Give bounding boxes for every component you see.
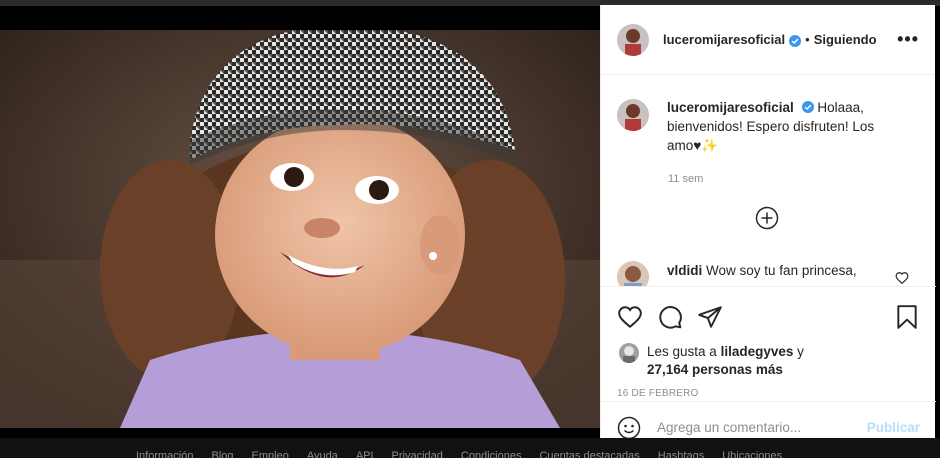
page-footer: Información Blog Empleo Ayuda API Privac… bbox=[0, 438, 940, 458]
share-icon[interactable] bbox=[697, 304, 723, 330]
post-side-panel: luceromijaresoficial • Siguiendo ••• luc… bbox=[600, 5, 936, 453]
comments-area[interactable]: luceromijaresoficial Holaaa, bienvenidos… bbox=[601, 76, 936, 286]
heart-icon[interactable] bbox=[617, 304, 643, 330]
post-caption: luceromijaresoficial Holaaa, bienvenidos… bbox=[601, 76, 936, 155]
comment-text: vldidi Wow soy tu fan princesa, bbox=[667, 263, 857, 278]
caption-username[interactable]: luceromijaresoficial bbox=[667, 100, 794, 115]
likes-text: Les gusta a liladegyves y 27,164 persona… bbox=[647, 343, 804, 379]
comment-body: Wow soy tu fan princesa, bbox=[706, 263, 857, 278]
header-separator: • bbox=[805, 32, 810, 47]
post-header: luceromijaresoficial • Siguiendo ••• bbox=[601, 5, 935, 75]
footer-link[interactable]: Ubicaciones bbox=[722, 450, 782, 458]
verified-badge-icon bbox=[789, 34, 802, 47]
footer-links: Información Blog Empleo Ayuda API Privac… bbox=[136, 450, 782, 458]
caption-avatar[interactable] bbox=[617, 99, 649, 131]
likes-summary: Les gusta a liladegyves y 27,164 persona… bbox=[601, 337, 936, 379]
footer-link[interactable]: Empleo bbox=[252, 450, 289, 458]
post-photo[interactable] bbox=[0, 30, 600, 428]
footer-link[interactable]: Condiciones bbox=[461, 450, 522, 458]
likes-prefix: Les gusta a bbox=[647, 344, 717, 359]
commenter-avatar[interactable] bbox=[617, 261, 649, 286]
more-options-icon[interactable]: ••• bbox=[897, 29, 919, 50]
author-avatar[interactable] bbox=[617, 23, 649, 56]
footer-link[interactable]: Hashtags bbox=[658, 450, 704, 458]
publish-button[interactable]: Publicar bbox=[867, 420, 920, 435]
action-bar bbox=[601, 287, 936, 337]
caption-timestamp[interactable]: 11 sem bbox=[668, 173, 936, 185]
emoji-icon[interactable] bbox=[617, 416, 641, 440]
verified-badge-icon bbox=[801, 99, 814, 113]
post-actions-section: Les gusta a liladegyves y 27,164 persona… bbox=[601, 286, 936, 399]
comment-icon[interactable] bbox=[657, 304, 683, 330]
post-date[interactable]: 16 DE FEBRERO bbox=[601, 379, 936, 399]
likes-conjunction: y bbox=[797, 344, 804, 359]
author-username[interactable]: luceromijaresoficial bbox=[663, 32, 785, 47]
post-image bbox=[0, 30, 600, 428]
comment-item: vldidi Wow soy tu fan princesa, bbox=[617, 261, 917, 286]
bookmark-icon[interactable] bbox=[894, 304, 920, 330]
footer-link[interactable]: Información bbox=[136, 450, 193, 458]
footer-link[interactable]: Privacidad bbox=[392, 450, 443, 458]
following-button[interactable]: Siguiendo bbox=[814, 32, 877, 47]
liker-username[interactable]: liladegyves bbox=[721, 344, 794, 359]
liker-avatar[interactable] bbox=[619, 343, 639, 363]
footer-link[interactable]: API bbox=[356, 450, 374, 458]
caption-text: luceromijaresoficial Holaaa, bienvenidos… bbox=[667, 98, 907, 155]
add-circle-icon[interactable] bbox=[755, 206, 779, 230]
comment-like-icon[interactable] bbox=[895, 271, 909, 285]
footer-link[interactable]: Ayuda bbox=[307, 450, 338, 458]
footer-link[interactable]: Blog bbox=[211, 450, 233, 458]
commenter-username[interactable]: vldidi bbox=[667, 263, 702, 278]
likes-count[interactable]: 27,164 personas más bbox=[647, 362, 783, 377]
footer-link[interactable]: Cuentas destacadas bbox=[539, 450, 639, 458]
comment-input[interactable] bbox=[657, 420, 847, 435]
